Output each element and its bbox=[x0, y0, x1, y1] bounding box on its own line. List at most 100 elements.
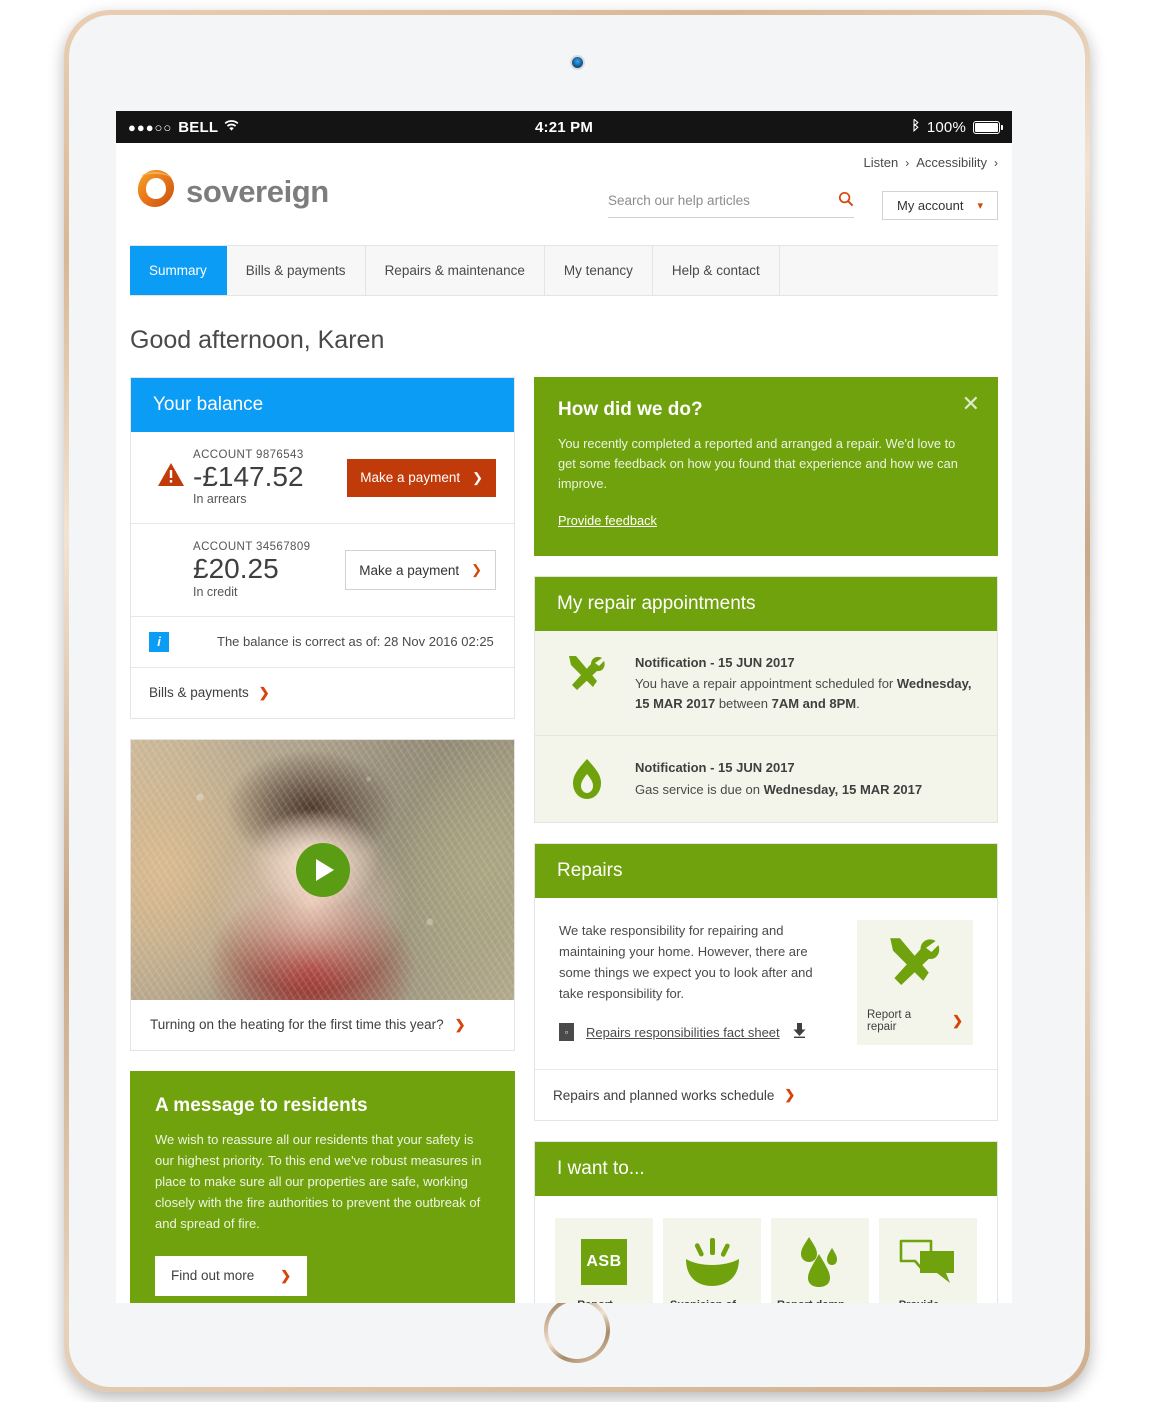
button-label: Find out more bbox=[171, 1268, 255, 1284]
tile-footer: Provide feedback ❯ bbox=[895, 1298, 961, 1303]
notification-text-prefix: Gas service is due on bbox=[635, 781, 764, 797]
tile-footer: Report anti-social behaviour ❯ bbox=[568, 1298, 640, 1303]
warning-slot bbox=[149, 462, 193, 493]
tile-footer: Report damp & mould ❯ bbox=[777, 1298, 863, 1303]
tab-repairs-maintenance[interactable]: Repairs & maintenance bbox=[365, 246, 545, 295]
page-title: Good afternoon, Karen bbox=[130, 326, 385, 354]
account-number-label: ACCOUNT 34567809 bbox=[193, 541, 311, 554]
balance-info-note-row: i The balance is correct as of: 28 Nov 2… bbox=[131, 617, 514, 668]
tab-summary[interactable]: Summary bbox=[130, 246, 227, 295]
my-repair-appointments-header: My repair appointments bbox=[535, 576, 997, 631]
find-out-more-button[interactable]: Find out more ❯ bbox=[155, 1255, 308, 1296]
repairs-schedule-link[interactable]: Repairs and planned works schedule ❯ bbox=[535, 1069, 997, 1120]
sovereign-logo[interactable]: sovereign bbox=[134, 167, 329, 216]
home-button[interactable] bbox=[544, 1297, 610, 1363]
video-thumbnail[interactable] bbox=[131, 739, 514, 1000]
info-icon: i bbox=[149, 631, 169, 652]
droplet-icon bbox=[793, 1234, 847, 1290]
tab-my-tenancy[interactable]: My tenancy bbox=[544, 246, 653, 295]
tile-label: Suspicion of tenancy fraud bbox=[669, 1298, 737, 1303]
i-want-to-tiles: ASB Report anti-social behaviour ❯ bbox=[535, 1196, 997, 1303]
close-icon[interactable]: ✕ bbox=[962, 393, 980, 415]
battery-icon bbox=[973, 120, 1003, 134]
my-repair-appointments-card: My repair appointments Notification - 15… bbox=[534, 575, 998, 824]
button-label: Make a payment bbox=[360, 470, 461, 486]
chevron-right-icon: › bbox=[994, 155, 998, 170]
residents-body: We wish to reassure all our residents th… bbox=[155, 1131, 482, 1231]
speech-bubbles-icon bbox=[898, 1234, 958, 1290]
notification-item-gas: Notification - 15 JUN 2017 Gas service i… bbox=[535, 736, 997, 823]
chevron-right-icon: › bbox=[905, 155, 910, 170]
provide-feedback-link[interactable]: Provide feedback bbox=[558, 513, 657, 528]
play-icon[interactable] bbox=[295, 842, 350, 897]
tools-icon bbox=[559, 653, 615, 714]
dashboard-columns: Your balance ACCOUNT 9876543 -£147.52 In bbox=[116, 377, 1012, 1303]
carrier-label: BELL bbox=[178, 118, 219, 136]
chevron-right-icon: ❯ bbox=[454, 1016, 466, 1032]
tablet-device-frame: ●●●○○ BELL 4:21 PM 100% sovereign Listen… bbox=[64, 10, 1090, 1392]
utility-links: Listen › Accessibility › bbox=[864, 155, 999, 170]
tab-label: Summary bbox=[149, 263, 207, 278]
search-input[interactable] bbox=[608, 193, 838, 208]
fact-sheet-row: ▫ Repairs responsibilities fact sheet bbox=[559, 1022, 839, 1042]
chevron-right-icon: ❯ bbox=[258, 684, 270, 700]
notification-text-mid: between bbox=[715, 695, 772, 711]
video-caption-label: Turning on the heating for the first tim… bbox=[150, 1017, 444, 1033]
chevron-down-icon: ▾ bbox=[977, 200, 983, 212]
chevron-right-icon: ❯ bbox=[784, 1087, 796, 1103]
repairs-description: We take responsibility for repairing and… bbox=[559, 923, 813, 1002]
chevron-right-icon: ❯ bbox=[471, 562, 482, 578]
balance-info-arrears: ACCOUNT 9876543 -£147.52 In arrears bbox=[193, 449, 347, 506]
tile-report-damp-and-mould[interactable]: Report damp & mould ❯ bbox=[771, 1218, 869, 1303]
my-account-dropdown[interactable]: My account ▾ bbox=[882, 191, 998, 220]
tile-label: Report anti-social behaviour bbox=[568, 1298, 622, 1303]
notification-title: Notification - 15 JUN 2017 bbox=[635, 760, 795, 776]
notification-text-prefix: You have a repair appointment scheduled … bbox=[635, 676, 897, 692]
tab-bills-payments[interactable]: Bills & payments bbox=[226, 246, 366, 295]
fraud-icon bbox=[681, 1234, 743, 1290]
tab-label: Bills & payments bbox=[245, 263, 346, 278]
notification-text-bold2: 7AM and 8PM bbox=[771, 695, 857, 711]
tile-report-anti-social-behaviour[interactable]: ASB Report anti-social behaviour ❯ bbox=[555, 1218, 653, 1303]
my-account-label: My account bbox=[896, 198, 964, 213]
asb-icon: ASB bbox=[581, 1234, 627, 1290]
listen-link[interactable]: Listen bbox=[864, 155, 899, 170]
tab-help-contact[interactable]: Help & contact bbox=[652, 246, 780, 295]
asb-badge: ASB bbox=[581, 1239, 627, 1286]
make-a-payment-button-credit[interactable]: Make a payment ❯ bbox=[345, 550, 496, 591]
how-did-we-do-body: You recently completed a reported and ar… bbox=[558, 436, 958, 492]
search-box[interactable] bbox=[608, 191, 854, 218]
report-a-repair-tile[interactable]: Report a repair ❯ bbox=[857, 920, 973, 1046]
signal-strength-icon: ●●●○○ bbox=[128, 119, 173, 135]
tile-label: Report damp & mould bbox=[777, 1298, 845, 1303]
i-want-to-header: I want to... bbox=[535, 1142, 997, 1197]
residents-title: A message to residents bbox=[155, 1094, 368, 1116]
tile-footer: Suspicion of tenancy fraud ❯ bbox=[669, 1298, 755, 1303]
report-a-repair-label: Report a repair bbox=[867, 1009, 912, 1034]
account-balance-state: In arrears bbox=[193, 492, 247, 507]
message-to-residents-card: A message to residents We wish to reassu… bbox=[130, 1070, 515, 1303]
tile-provide-feedback[interactable]: Provide feedback ❯ bbox=[879, 1218, 977, 1303]
repairs-fact-sheet-link[interactable]: Repairs responsibilities fact sheet bbox=[586, 1025, 780, 1040]
notification-text-suffix: . bbox=[856, 695, 860, 711]
tile-suspicion-of-tenancy-fraud[interactable]: Suspicion of tenancy fraud ❯ bbox=[663, 1218, 761, 1303]
chevron-right-icon: ❯ bbox=[472, 469, 483, 485]
accessibility-link[interactable]: Accessibility bbox=[916, 155, 987, 170]
search-row: My account ▾ bbox=[608, 191, 998, 220]
balance-info-credit: ACCOUNT 34567809 £20.25 In credit bbox=[193, 541, 345, 598]
tablet-body: ●●●○○ BELL 4:21 PM 100% sovereign Listen… bbox=[69, 15, 1085, 1387]
download-icon[interactable] bbox=[792, 1022, 807, 1042]
main-navigation-tabs: Summary Bills & payments Repairs & maint… bbox=[130, 245, 998, 296]
pdf-icon: ▫ bbox=[559, 1023, 574, 1042]
nav-filler bbox=[779, 246, 998, 295]
notification-body: Notification - 15 JUN 2017 You have a re… bbox=[635, 653, 973, 714]
video-caption-link[interactable]: Turning on the heating for the first tim… bbox=[131, 1000, 514, 1050]
tab-label: My tenancy bbox=[563, 263, 633, 278]
how-did-we-do-title: How did we do? bbox=[558, 399, 703, 420]
search-icon[interactable] bbox=[838, 191, 854, 210]
bills-and-payments-link[interactable]: Bills & payments ❯ bbox=[131, 668, 514, 718]
sovereign-logo-icon bbox=[134, 167, 178, 216]
repairs-copy: We take responsibility for repairing and… bbox=[559, 920, 839, 1045]
notification-title: Notification - 15 JUN 2017 bbox=[635, 654, 795, 670]
make-a-payment-button-arrears[interactable]: Make a payment ❯ bbox=[347, 458, 496, 497]
